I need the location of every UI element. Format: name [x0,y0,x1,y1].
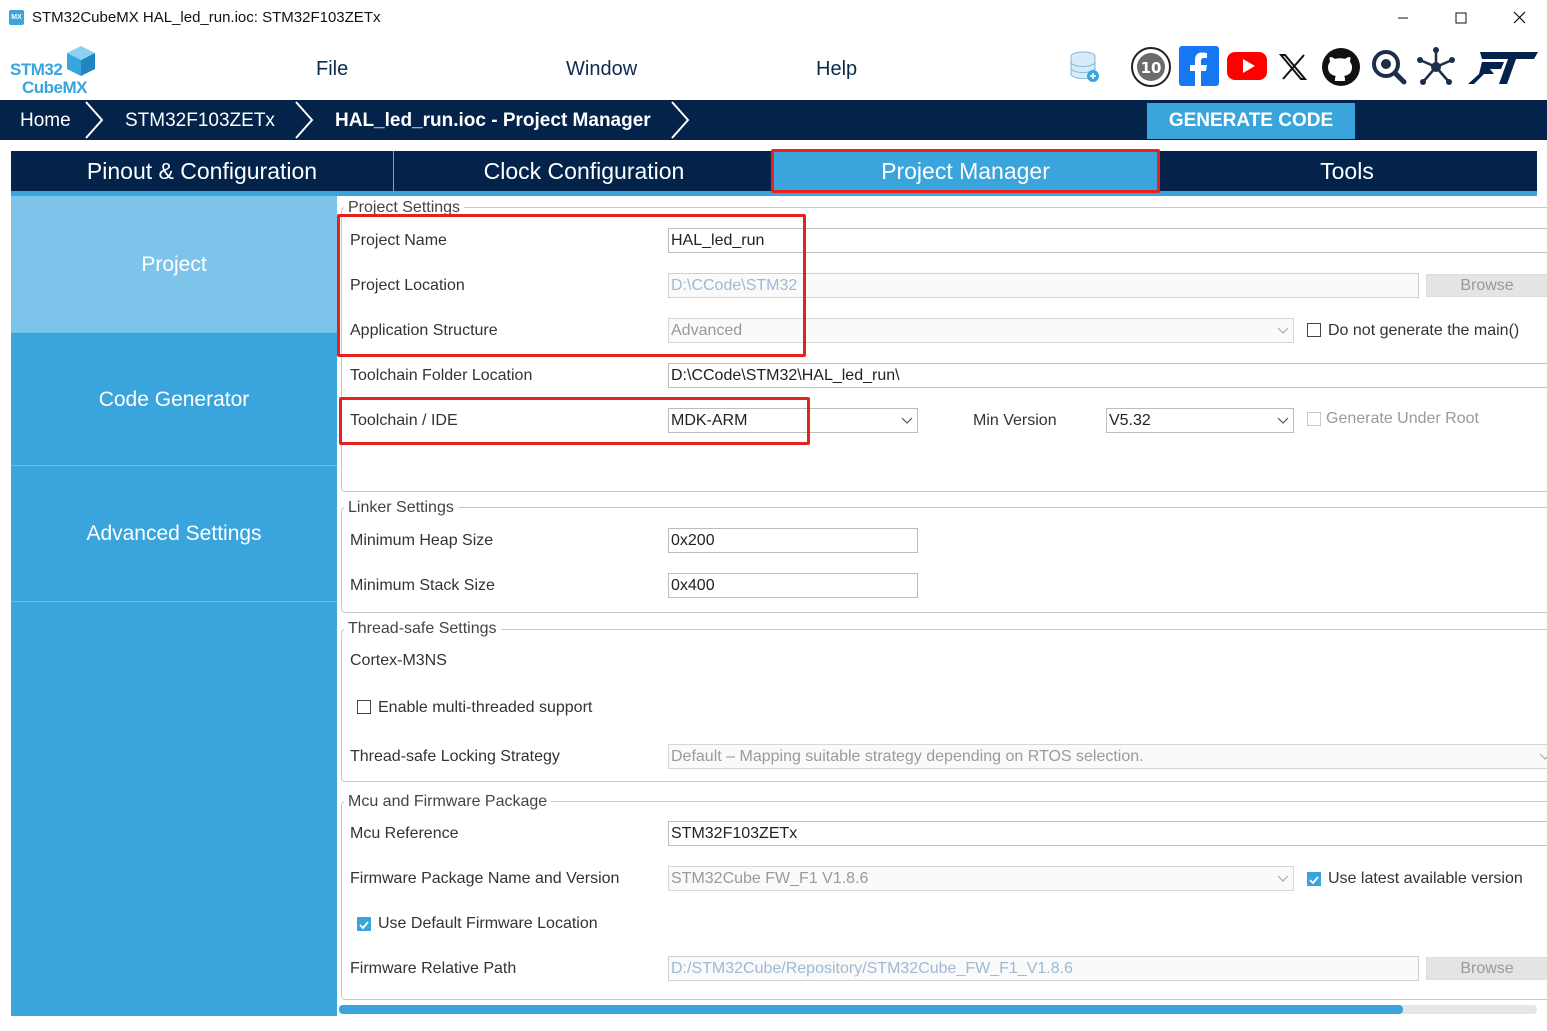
mcu-reference-label: Mcu Reference [350,825,459,842]
toolchain-folder-field[interactable]: D:\CCode\STM32\HAL_led_run\ [668,363,1547,388]
use-default-firmware-location-label: Use Default Firmware Location [378,915,598,932]
thread-safe-strategy-select[interactable]: Default – Mapping suitable strategy depe… [668,744,1547,769]
use-latest-version-label: Use latest available version [1328,870,1523,887]
firmware-relative-path-field[interactable]: D:/STM32Cube/Repository/STM32Cube_FW_F1_… [668,956,1419,981]
menu-help[interactable]: Help [816,58,857,81]
firmware-path-browse-button[interactable]: Browse [1426,957,1547,980]
tab-pinout-configuration[interactable]: Pinout & Configuration [11,151,393,191]
highlight-box-toolchain-ide [339,397,810,445]
anniversary-10-icon[interactable]: 10 [1130,46,1172,88]
search-community-icon[interactable] [1370,46,1412,88]
x-icon[interactable] [1278,52,1320,94]
min-version-select[interactable]: V5.32 [1106,408,1294,433]
logo-text-cubemx: CubeMX [22,78,88,97]
highlight-box-project-manager-tab [771,149,1160,193]
thread-safe-strategy-value: Default – Mapping suitable strategy depe… [671,748,1144,765]
firmware-relative-path-label: Firmware Relative Path [350,960,517,977]
title-bar: MX STM32CubeMX HAL_led_run.ioc: STM32F10… [0,0,1547,36]
tab-clock-configuration[interactable]: Clock Configuration [394,151,774,191]
thread-safe-strategy-label: Thread-safe Locking Strategy [350,748,560,765]
breadcrumb-current[interactable]: HAL_led_run.ioc - Project Manager [335,110,651,132]
min-heap-size-field[interactable]: 0x200 [668,528,918,553]
close-icon[interactable] [1490,0,1547,36]
sidebar-item-advanced-settings[interactable]: Advanced Settings [11,466,337,602]
chevron-down-icon [1539,753,1547,760]
mcu-reference-field[interactable]: STM32F103ZETx [668,821,1547,846]
chevron-down-icon [1277,875,1289,882]
mcu-firmware-title: Mcu and Firmware Package [344,793,552,811]
maximize-icon[interactable] [1432,0,1490,36]
do-not-generate-main-checkbox[interactable] [1307,323,1321,337]
highlight-box-project-settings [337,214,806,357]
firmware-package-label: Firmware Package Name and Version [350,870,620,887]
logo-text-stm32: STM32 [10,60,63,79]
firmware-package-select[interactable]: STM32Cube FW_F1 V1.8.6 [668,866,1294,891]
menu-file[interactable]: File [316,58,348,81]
use-latest-version-checkbox[interactable] [1307,872,1321,886]
cube-icon [67,46,95,76]
chevron-down-icon [901,417,913,424]
sidebar-item-code-generator[interactable]: Code Generator [11,333,337,466]
generate-code-button[interactable]: GENERATE CODE [1147,103,1355,139]
network-icon[interactable] [1415,46,1457,88]
horizontal-scrollbar[interactable] [339,1005,1537,1014]
minimize-icon[interactable] [1374,0,1432,36]
enable-multithreaded-checkbox[interactable] [357,700,371,714]
min-stack-size-field[interactable]: 0x400 [668,573,918,598]
github-icon[interactable] [1320,46,1362,88]
cortex-core-label: Cortex-M3NS [350,652,447,669]
firmware-package-value: STM32Cube FW_F1 V1.8.6 [671,870,869,887]
toolchain-folder-label: Toolchain Folder Location [350,367,533,384]
do-not-generate-main-label: Do not generate the main() [1328,322,1520,339]
project-location-browse-button[interactable]: Browse [1426,274,1547,297]
min-version-label: Min Version [973,412,1057,429]
breadcrumb-device[interactable]: STM32F103ZETx [125,110,275,132]
linker-settings-group [341,507,1547,613]
check-icon [359,921,369,930]
use-default-firmware-location-checkbox[interactable] [357,917,371,931]
sidebar-item-project[interactable]: Project [11,196,337,333]
min-heap-size-label: Minimum Heap Size [350,532,494,549]
window-title: STM32CubeMX HAL_led_run.ioc: STM32F103ZE… [32,9,381,26]
generate-under-root-label: Generate Under Root [1326,410,1479,427]
st-logo-icon[interactable] [1466,50,1540,92]
stm32cubemx-logo: STM32 CubeMX [8,42,100,98]
sidebar: Project Code Generator Advanced Settings [11,196,337,1016]
generate-under-root-checkbox[interactable] [1307,412,1321,426]
min-version-value: V5.32 [1109,412,1151,429]
chevron-down-icon [1277,417,1289,424]
facebook-icon[interactable] [1179,46,1221,88]
svg-text:10: 10 [1141,59,1162,77]
menu-bar: STM32 CubeMX File Window Help 10 [0,36,1547,100]
database-update-icon[interactable] [1064,46,1106,88]
menu-window[interactable]: Window [566,58,637,81]
min-stack-size-label: Minimum Stack Size [350,577,495,594]
scrollbar-thumb[interactable] [339,1005,1403,1014]
linker-settings-title: Linker Settings [344,499,458,517]
chevron-down-icon [1277,327,1289,334]
chevron-right-icon [85,101,104,139]
check-icon [1309,876,1319,885]
thread-safe-settings-title: Thread-safe Settings [344,620,501,638]
chevron-right-icon [295,101,314,139]
breadcrumb-home[interactable]: Home [20,110,71,132]
app-icon: MX [9,10,24,25]
enable-multithreaded-label: Enable multi-threaded support [378,699,593,716]
chevron-right-icon [671,101,690,139]
youtube-icon[interactable] [1226,50,1268,92]
tab-tools[interactable]: Tools [1157,151,1537,191]
